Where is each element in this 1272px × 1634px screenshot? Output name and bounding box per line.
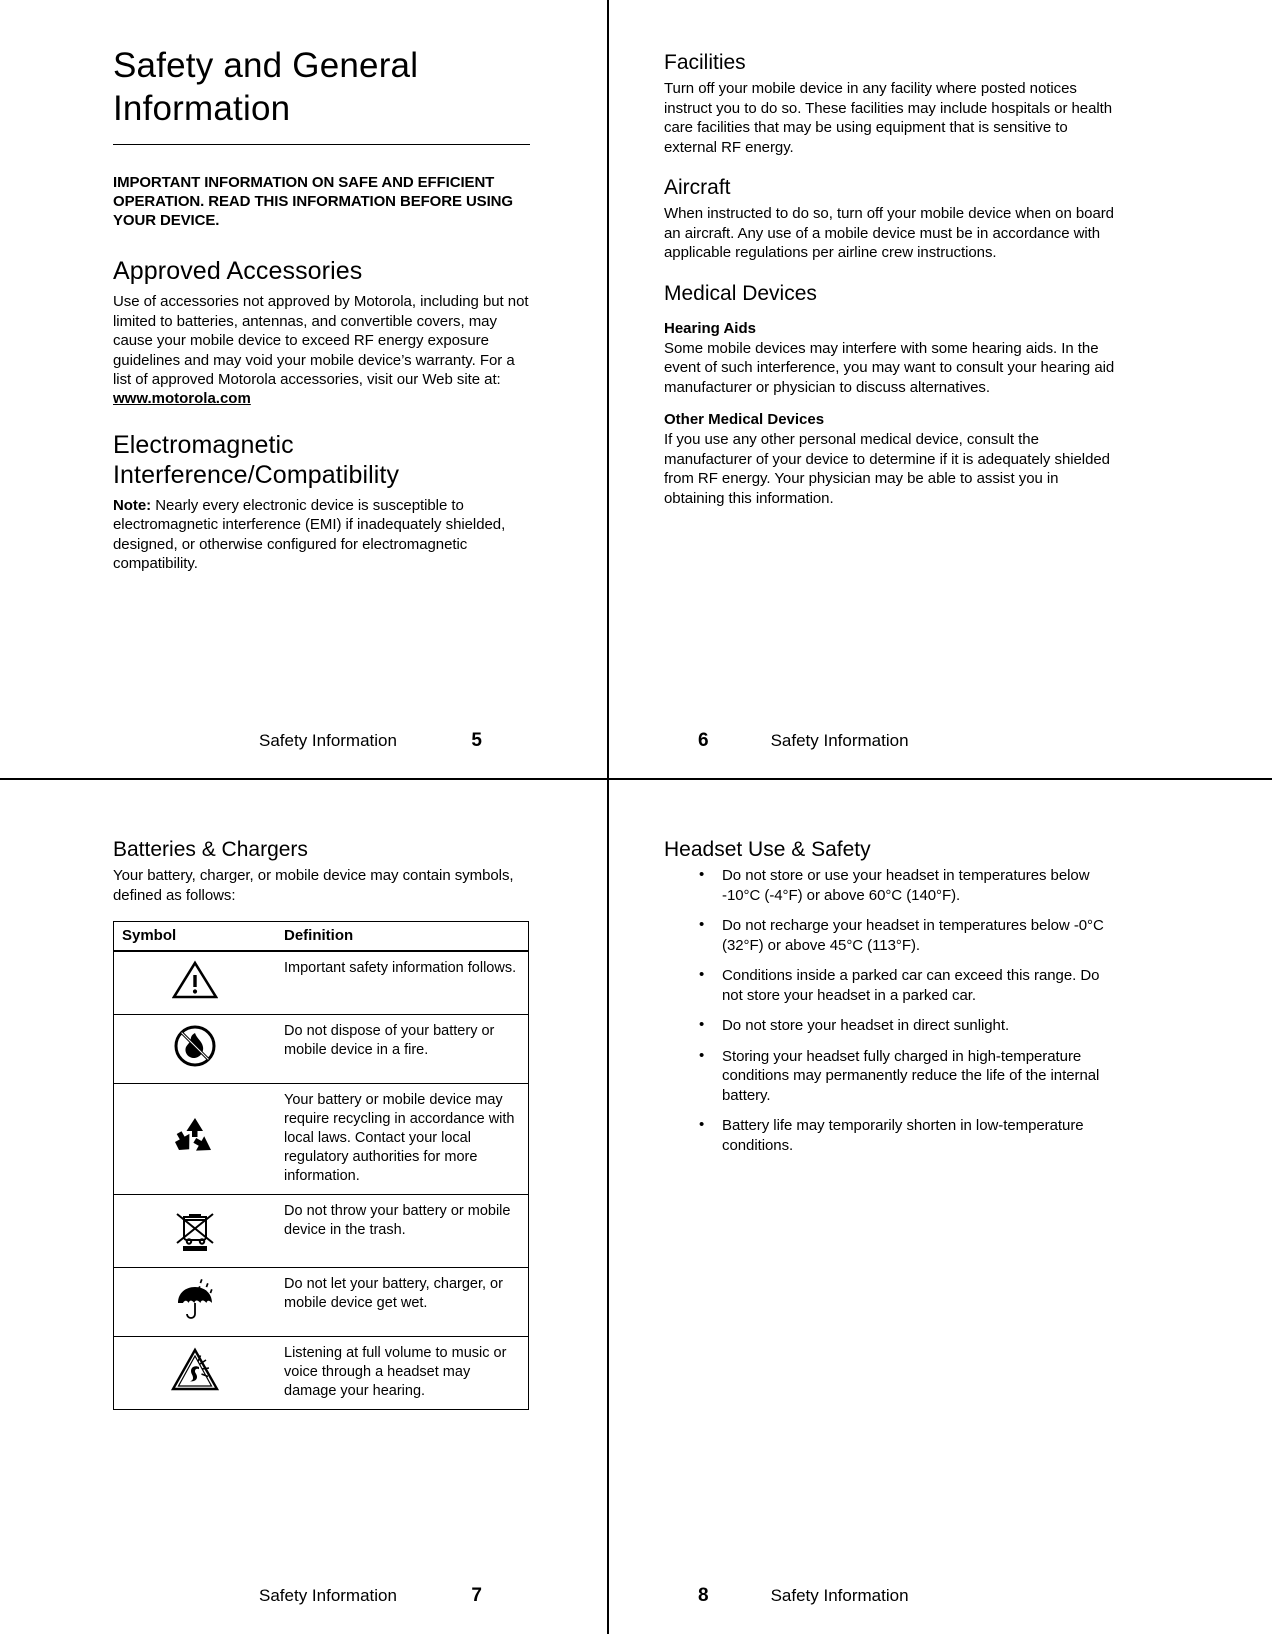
section-heading-other-medical-devices: Other Medical Devices (664, 411, 825, 428)
note-label: Note: (113, 496, 152, 514)
page-number: 8 (698, 1585, 709, 1606)
page-7: Batteries & Chargers Your battery, charg… (0, 779, 608, 1634)
hearing-damage-icon (113, 1336, 276, 1410)
section-heading-facilities: Facilities (664, 51, 746, 74)
list-item: Do not recharge your headset in temperat… (699, 915, 1122, 955)
crossed-out-wheelie-bin-icon (113, 1194, 276, 1268)
footer-label: Safety Information (259, 1586, 397, 1605)
no-fire-icon (113, 1014, 276, 1084)
intro-notice: IMPORTANT INFORMATION ON SAFE AND EFFICI… (113, 174, 513, 229)
page-8-footer: 8 Safety Information (664, 1586, 1122, 1606)
section-heading-medical-devices: Medical Devices (664, 281, 817, 305)
page-6-footer: 6 Safety Information (664, 731, 1122, 751)
footer-label: Safety Information (770, 731, 909, 750)
keep-dry-umbrella-icon (113, 1267, 276, 1337)
table-row: Do not let your battery, charger, or mob… (113, 1267, 529, 1337)
approved-accessories-body: Use of accessories not approved by Motor… (113, 293, 529, 388)
table-row: Do not dispose of your battery or mobile… (113, 1014, 529, 1084)
column-header-symbol: Symbol (113, 921, 276, 952)
section-heading-approved-accessories: Approved Accessories (113, 257, 363, 285)
note-body: Nearly every electronic device is suscep… (113, 496, 506, 573)
page-title: Safety and General Information (113, 46, 419, 128)
table-row: Important safety information follows. (114, 951, 529, 1015)
other-medical-devices-body: If you use any other personal medical de… (664, 431, 1110, 507)
hearing-aids-body: Some mobile devices may interfere with s… (664, 339, 1115, 396)
symbol-definition: Your battery or mobile device may requir… (276, 1083, 529, 1195)
page-5-footer: Safety Information 5 (113, 731, 530, 751)
page-fold-divider-vertical (607, 0, 609, 1634)
footer-label: Safety Information (770, 1586, 909, 1605)
print-sheet: Safety and General Information IMPORTANT… (0, 0, 1272, 1634)
warning-triangle-icon (114, 951, 277, 1015)
aircraft-body: When instructed to do so, turn off your … (664, 205, 1114, 261)
page-6: Facilities Turn off your mobile device i… (608, 0, 1272, 779)
page-number: 5 (471, 730, 482, 751)
list-item: Battery life may temporarily shorten in … (699, 1115, 1122, 1155)
symbol-definition: Do not throw your battery or mobile devi… (276, 1194, 529, 1268)
symbol-definition: Important safety information follows. (284, 960, 517, 976)
page-5: Safety and General Information IMPORTANT… (0, 0, 608, 779)
footer-label: Safety Information (259, 731, 397, 750)
symbol-definition: Do not let your battery, charger, or mob… (276, 1267, 529, 1337)
symbol-definition: Do not dispose of your battery or mobile… (276, 1014, 529, 1084)
emc-note: Note: Nearly every electronic device is … (113, 496, 530, 574)
batteries-chargers-body: Your battery, charger, or mobile device … (113, 867, 514, 904)
symbol-definition: Listening at full volume to music or voi… (276, 1336, 529, 1410)
title-divider (113, 144, 530, 145)
section-heading-emc: Electromagnetic Interference/Compatibili… (113, 430, 400, 489)
list-item: Storing your headset fully charged in hi… (699, 1046, 1122, 1106)
section-heading-aircraft: Aircraft (664, 176, 731, 199)
page-number: 7 (471, 1585, 482, 1606)
section-heading-batteries-chargers: Batteries & Chargers (113, 838, 308, 861)
page-8: Headset Use & Safety Do not store or use… (608, 779, 1272, 1634)
list-item: Do not store or use your headset in temp… (699, 865, 1122, 905)
facilities-body: Turn off your mobile device in any facil… (664, 80, 1113, 156)
page-number: 6 (698, 730, 709, 751)
page-fold-divider-horizontal (0, 778, 1272, 780)
table-header-row: Symbol Definition (113, 921, 529, 952)
symbols-table: Symbol Definition Important safety infor… (113, 921, 529, 1410)
section-heading-headset-use-safety: Headset Use & Safety (664, 838, 871, 861)
motorola-web-link[interactable]: www.motorola.com (113, 390, 251, 407)
list-item: Conditions inside a parked car can excee… (699, 965, 1122, 1005)
table-row: Your battery or mobile device may requir… (113, 1083, 529, 1195)
column-header-definition: Definition (276, 921, 529, 952)
page-7-footer: Safety Information 7 (113, 1586, 530, 1606)
table-row: Listening at full volume to music or voi… (113, 1336, 529, 1410)
headset-safety-list: Do not store or use your headset in temp… (664, 865, 1122, 1155)
table-row: Do not throw your battery or mobile devi… (113, 1194, 529, 1268)
recycle-icon (113, 1083, 276, 1195)
section-heading-hearing-aids: Hearing Aids (664, 319, 756, 337)
list-item: Do not store your headset in direct sunl… (699, 1015, 1122, 1036)
